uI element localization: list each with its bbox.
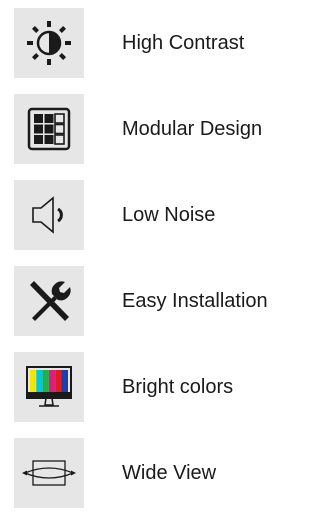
color-monitor-icon <box>14 352 84 422</box>
brightness-icon <box>14 8 84 78</box>
feature-label: Low Noise <box>122 204 216 226</box>
feature-label: High Contrast <box>122 32 245 54</box>
feature-easy-installation: Easy Installation <box>0 266 304 352</box>
feature-modular-design: Modular Design <box>0 94 304 180</box>
wide-view-icon <box>14 438 84 508</box>
feature-list: High Contrast Modular Design Low Noise E… <box>0 8 304 524</box>
modular-grid-icon <box>14 94 84 164</box>
feature-label: Wide View <box>122 462 217 484</box>
tools-icon <box>14 266 84 336</box>
feature-low-noise: Low Noise <box>0 180 304 266</box>
feature-bright-colors: Bright colors <box>0 352 304 438</box>
feature-high-contrast: High Contrast <box>0 8 304 94</box>
feature-wide-view: Wide View <box>0 438 304 524</box>
feature-label: Easy Installation <box>122 290 268 312</box>
feature-label: Modular Design <box>122 118 263 140</box>
speaker-icon <box>14 180 84 250</box>
feature-label: Bright colors <box>122 376 234 398</box>
